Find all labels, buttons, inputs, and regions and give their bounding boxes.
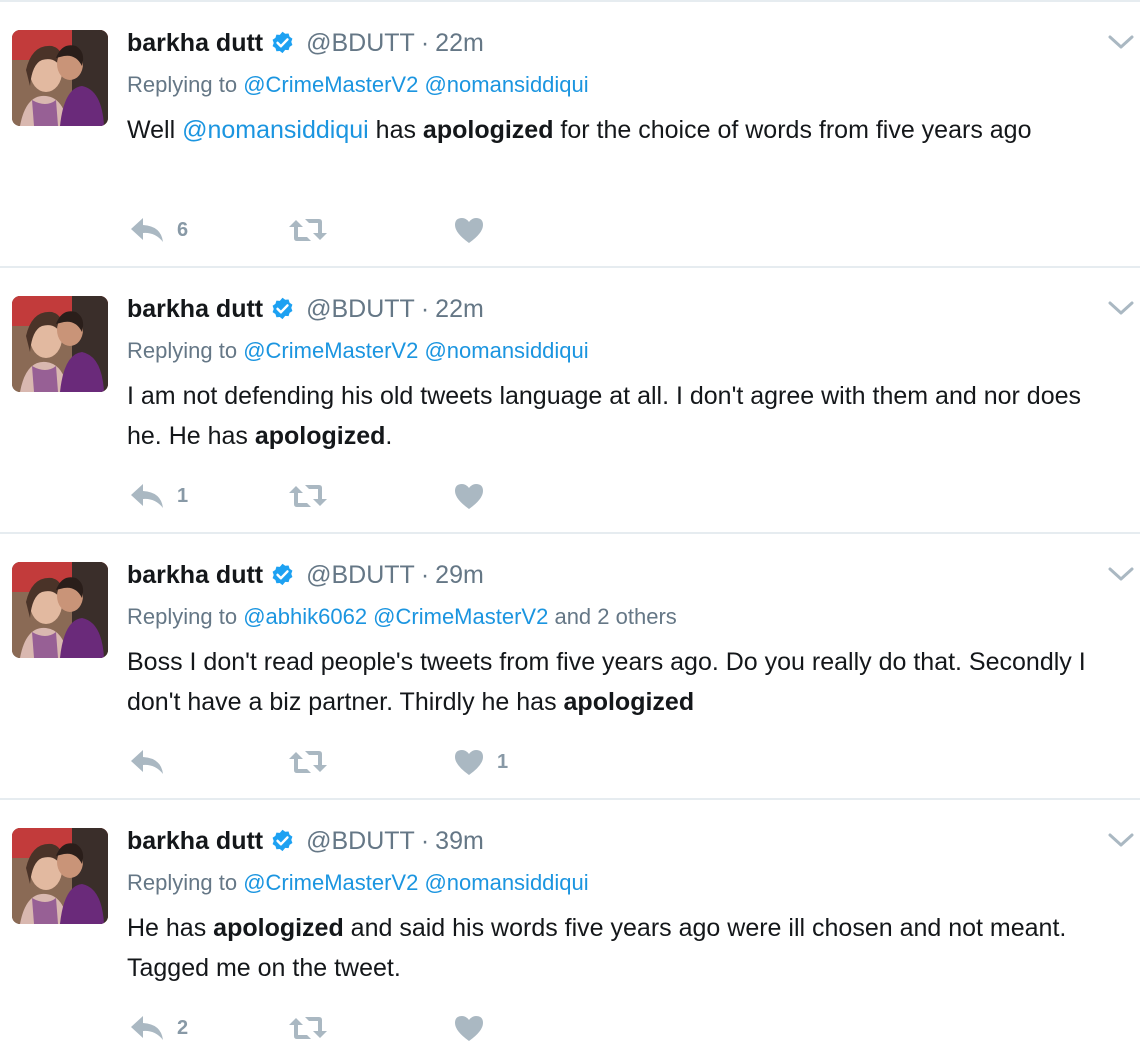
tweet-timestamp[interactable]: 22m [435, 295, 484, 324]
like-count: 1 [497, 750, 509, 773]
chevron-down-icon[interactable] [1106, 562, 1136, 586]
author-name[interactable]: barkha dutt [127, 295, 263, 324]
reply-button[interactable]: 2 [129, 1008, 188, 1048]
tweet[interactable]: barkha dutt @BDUTT · 29m Replying to @ab… [0, 534, 1140, 800]
verified-badge-icon [272, 31, 293, 53]
replying-to-label: Replying to [127, 338, 238, 363]
author-handle[interactable]: @BDUTT [306, 295, 415, 324]
chevron-down-icon[interactable] [1106, 296, 1136, 320]
replying-to-mentions[interactable]: @CrimeMasterV2 @nomansiddiqui [243, 338, 588, 363]
mention-link[interactable]: @nomansiddiqui [182, 116, 369, 144]
reply-button[interactable] [129, 742, 177, 782]
tweet-text-segment: Well [127, 116, 183, 144]
retweet-icon [289, 1017, 327, 1039]
author-handle[interactable]: @BDUTT [306, 561, 415, 590]
replying-to-others[interactable]: and 2 others [554, 604, 676, 629]
tweet-text: Boss I don't read people's tweets from f… [127, 642, 1117, 722]
tweet-header: barkha dutt @BDUTT · 22m [127, 26, 484, 60]
retweet-button[interactable] [287, 1008, 341, 1048]
separator-dot: · [420, 294, 430, 323]
avatar[interactable] [12, 562, 108, 658]
reply-icon [131, 218, 163, 242]
like-button[interactable] [453, 210, 497, 250]
replying-to-label: Replying to [127, 72, 238, 97]
chevron-down-icon[interactable] [1106, 828, 1136, 852]
like-button[interactable] [453, 476, 497, 516]
tweet-actions: 6 [127, 210, 627, 250]
retweet-icon [289, 219, 327, 241]
tweet-timestamp[interactable]: 22m [435, 29, 484, 58]
heart-icon [455, 1016, 483, 1041]
separator-dot: · [420, 560, 430, 589]
author-name[interactable]: barkha dutt [127, 827, 263, 856]
replying-to-label: Replying to [127, 604, 238, 629]
tweet-actions: 1 [127, 476, 627, 516]
tweet-text-segment: has [368, 116, 423, 144]
retweet-icon [289, 751, 327, 773]
replying-to-mentions[interactable]: @CrimeMasterV2 @nomansiddiqui [243, 72, 588, 97]
tweet[interactable]: barkha dutt @BDUTT · 22m Replying to @Cr… [0, 268, 1140, 534]
tweet-text: I am not defending his old tweets langua… [127, 376, 1117, 456]
like-button[interactable] [453, 1008, 497, 1048]
replying-to-label: Replying to [127, 870, 238, 895]
tweet-text-segment: for the choice of words from five years … [553, 116, 1032, 144]
tweet-text-segment: He has [127, 914, 214, 942]
heart-icon [455, 750, 483, 775]
reply-count: 6 [177, 218, 189, 241]
avatar[interactable] [12, 828, 108, 924]
bold-keyword: apologized [422, 116, 554, 144]
author-name[interactable]: barkha dutt [127, 29, 263, 58]
tweet-actions: 2 [127, 1008, 627, 1048]
author-handle[interactable]: @BDUTT [306, 827, 415, 856]
avatar[interactable] [12, 30, 108, 126]
separator-dot: · [420, 28, 430, 57]
tweet-text-segment: . [385, 422, 393, 450]
replying-to-mentions[interactable]: @CrimeMasterV2 @nomansiddiqui [243, 870, 588, 895]
reply-button[interactable]: 6 [129, 210, 188, 250]
heart-icon [455, 484, 483, 509]
tweet-timestamp[interactable]: 29m [435, 561, 484, 590]
bold-keyword: apologized [254, 422, 386, 450]
retweet-button[interactable] [287, 476, 341, 516]
like-button[interactable]: 1 [453, 742, 508, 782]
reply-icon [131, 750, 163, 774]
replying-to: Replying to @CrimeMasterV2 @nomansiddiqu… [127, 870, 589, 896]
tweet[interactable]: barkha dutt @BDUTT · 39m Replying to @Cr… [0, 800, 1140, 1058]
author-name[interactable]: barkha dutt [127, 561, 263, 590]
bold-keyword: apologized [563, 688, 695, 716]
retweet-button[interactable] [287, 210, 341, 250]
bold-keyword: apologized [213, 914, 344, 942]
tweet-header: barkha dutt @BDUTT · 39m [127, 824, 484, 858]
reply-count: 2 [177, 1016, 189, 1039]
chevron-down-icon[interactable] [1106, 30, 1136, 54]
separator-dot: · [420, 826, 430, 855]
avatar[interactable] [12, 296, 108, 392]
verified-badge-icon [272, 829, 293, 851]
heart-icon [455, 218, 483, 243]
reply-button[interactable]: 1 [129, 476, 188, 516]
replying-to: Replying to @abhik6062 @CrimeMasterV2 an… [127, 604, 677, 630]
tweet[interactable]: barkha dutt @BDUTT · 22m Replying to @Cr… [0, 2, 1140, 268]
retweet-icon [289, 485, 327, 507]
tweet-timestamp[interactable]: 39m [435, 827, 484, 856]
reply-count: 1 [177, 484, 189, 507]
tweet-header: barkha dutt @BDUTT · 29m [127, 558, 484, 592]
tweet-text: Well @nomansiddiqui has apologized for t… [127, 110, 1117, 150]
author-handle[interactable]: @BDUTT [306, 29, 415, 58]
tweet-timeline: barkha dutt @BDUTT · 22m Replying to @Cr… [0, 0, 1140, 1058]
replying-to: Replying to @CrimeMasterV2 @nomansiddiqu… [127, 72, 589, 98]
reply-icon [131, 484, 163, 508]
replying-to-mentions[interactable]: @abhik6062 @CrimeMasterV2 [243, 604, 548, 629]
verified-badge-icon [272, 297, 293, 319]
tweet-header: barkha dutt @BDUTT · 22m [127, 292, 484, 326]
retweet-button[interactable] [287, 742, 341, 782]
replying-to: Replying to @CrimeMasterV2 @nomansiddiqu… [127, 338, 589, 364]
verified-badge-icon [272, 563, 293, 585]
reply-icon [131, 1016, 163, 1040]
tweet-text: He has apologized and said his words fiv… [127, 908, 1117, 988]
tweet-actions: 1 [127, 742, 627, 782]
